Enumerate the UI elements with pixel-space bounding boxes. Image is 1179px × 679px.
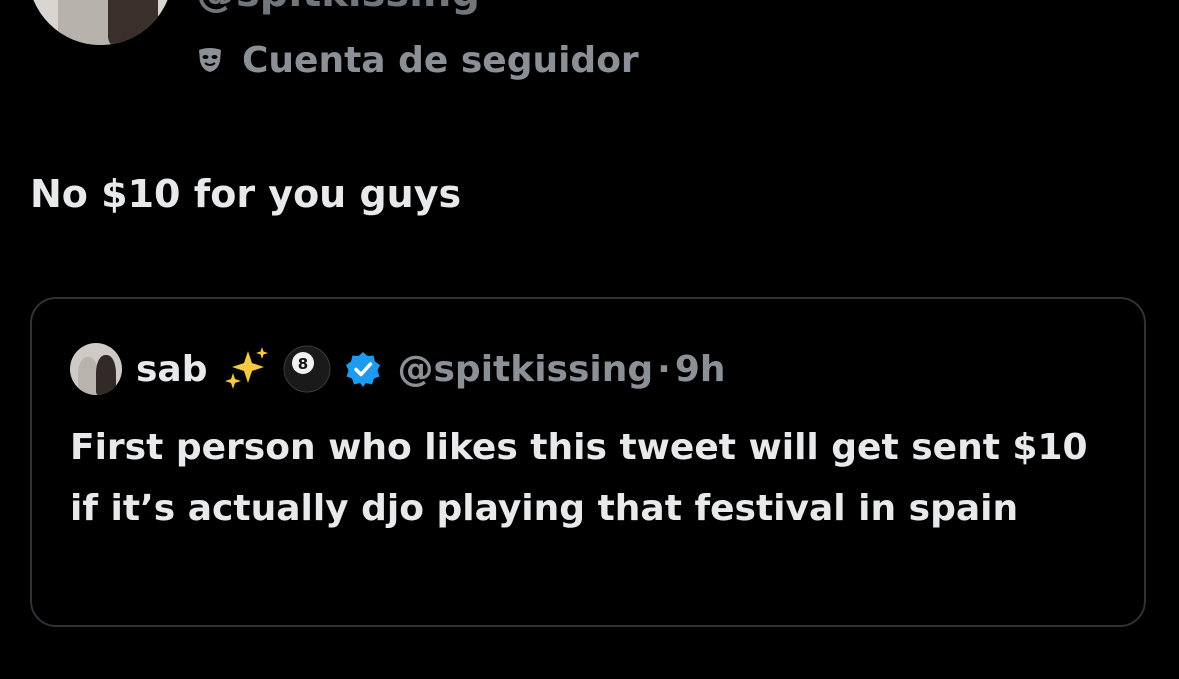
quoted-tweet-time[interactable]: 9h [675,349,726,390]
verified-badge-icon [344,350,382,388]
author-handle[interactable]: @spitkissing [196,0,480,16]
quoted-author-handle[interactable]: @spitkissing [398,349,654,390]
avatar-figure [78,357,98,395]
mask-icon [196,46,224,74]
svg-text:8: 8 [297,355,307,373]
account-label-row: Cuenta de seguidor [196,37,639,83]
pool-8-ball-icon: 8 [282,344,332,394]
quoted-tweet-text: First person who likes this tweet will g… [70,427,1088,529]
quoted-author-name[interactable]: sab [136,349,208,390]
quoted-tweet-header: sab 8 @spitkissing · 9h [70,341,726,397]
separator-dot: · [657,348,671,390]
tweet-text: No $10 for you guys [30,172,462,216]
avatar-figure [96,355,116,395]
account-label: Cuenta de seguidor [242,39,639,81]
quoted-tweet-card[interactable]: sab 8 @spitkissing · 9h First person who [30,297,1146,627]
author-avatar[interactable] [28,0,173,45]
avatar-figure [58,0,113,45]
avatar-figure [108,0,158,45]
sparkles-icon [222,345,270,393]
quoted-author-avatar[interactable] [70,343,122,395]
